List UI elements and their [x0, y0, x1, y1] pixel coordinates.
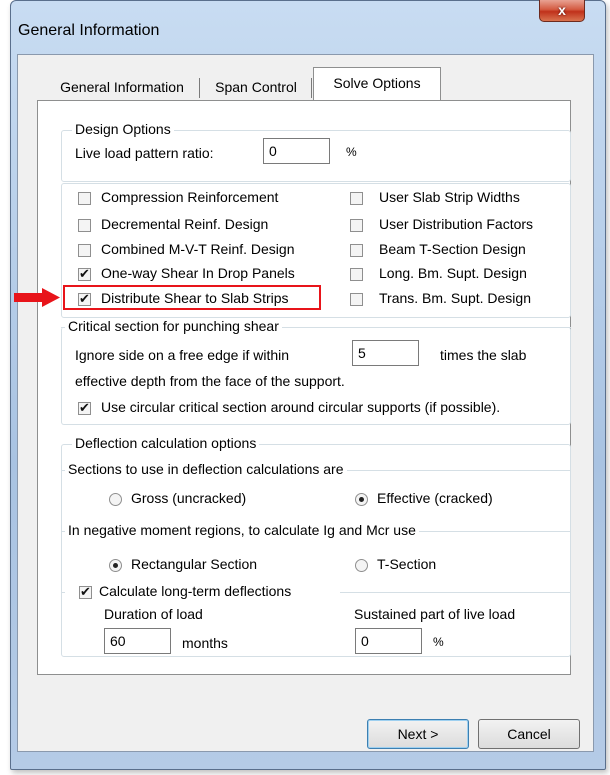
circular-critical-section-label: Use circular critical section around cir…	[101, 399, 501, 415]
gross-uncracked-radio[interactable]	[109, 493, 122, 506]
live-load-unit: %	[346, 145, 357, 159]
decremental-reinf-checkbox[interactable]	[78, 219, 91, 232]
tab-separator	[199, 78, 200, 98]
effective-cracked-label: Effective (cracked)	[377, 490, 493, 506]
duration-unit: months	[182, 635, 228, 651]
cancel-button[interactable]: Cancel	[478, 719, 580, 749]
beam-t-section-checkbox[interactable]	[350, 244, 363, 257]
trans-bm-supt-checkbox[interactable]	[350, 293, 363, 306]
live-load-label: Live load pattern ratio:	[75, 145, 214, 161]
live-load-input[interactable]: 0	[263, 138, 330, 164]
sustained-live-load-unit: %	[433, 635, 444, 649]
long-bm-supt-checkbox[interactable]	[350, 268, 363, 281]
tab-span-control[interactable]: Span Control	[203, 74, 309, 100]
circular-critical-section-checkbox[interactable]	[78, 400, 91, 416]
duration-input[interactable]: 60	[104, 628, 171, 654]
sections-heading: Sections to use in deflection calculatio…	[65, 461, 347, 477]
tab-separator	[311, 78, 312, 98]
beam-t-section-label: Beam T-Section Design	[379, 241, 526, 257]
effective-depth-label: effective depth from the face of the sup…	[75, 373, 345, 389]
duration-label: Duration of load	[104, 606, 203, 622]
trans-bm-supt-label: Trans. Bm. Supt. Design	[379, 290, 531, 306]
combined-mvt-label: Combined M-V-T Reinf. Design	[101, 241, 295, 257]
user-distribution-factors-checkbox[interactable]	[350, 219, 363, 232]
punching-heading: Critical section for punching shear	[65, 318, 282, 334]
red-arrow-icon	[14, 288, 60, 307]
decremental-reinf-label: Decremental Reinf. Design	[101, 216, 269, 232]
ignore-side-input[interactable]: 5	[352, 340, 419, 366]
rectangular-section-label: Rectangular Section	[131, 556, 258, 572]
close-button[interactable]: x	[539, 0, 585, 22]
effective-cracked-radio[interactable]	[355, 493, 368, 506]
design-options-heading: Design Options	[72, 121, 174, 137]
ignore-side-label: Ignore side on a free edge if within	[75, 347, 290, 363]
compression-reinforcement-checkbox[interactable]	[78, 192, 91, 205]
deflection-heading: Deflection calculation options	[72, 435, 260, 451]
times-slab-label: times the slab	[440, 347, 527, 363]
tab-general-information[interactable]: General Information	[44, 74, 200, 100]
window-title: General Information	[18, 22, 160, 39]
long-term-deflections-checkbox[interactable]	[79, 584, 92, 600]
negative-moment-heading: In negative moment regions, to calculate…	[65, 522, 419, 538]
gross-uncracked-label: Gross (uncracked)	[131, 490, 247, 506]
compression-reinforcement-label: Compression Reinforcement	[101, 189, 279, 205]
user-distribution-factors-label: User Distribution Factors	[379, 216, 534, 232]
user-slab-strip-widths-checkbox[interactable]	[350, 192, 363, 205]
sustained-live-load-label: Sustained part of live load	[354, 606, 516, 622]
next-button[interactable]: Next >	[367, 719, 469, 749]
t-section-label: T-Section	[377, 556, 437, 572]
one-way-shear-checkbox[interactable]	[78, 266, 91, 282]
user-slab-strip-widths-label: User Slab Strip Widths	[379, 189, 520, 205]
long-bm-supt-label: Long. Bm. Supt. Design	[379, 265, 527, 281]
long-term-deflections-label: Calculate long-term deflections	[99, 583, 292, 599]
t-section-radio[interactable]	[355, 559, 368, 572]
highlight-box	[63, 285, 321, 310]
rectangular-section-radio[interactable]	[109, 559, 122, 572]
combined-mvt-checkbox[interactable]	[78, 244, 91, 257]
sustained-live-load-input[interactable]: 0	[355, 628, 422, 654]
tab-solve-options[interactable]: Solve Options	[314, 70, 440, 96]
one-way-shear-label: One-way Shear In Drop Panels	[101, 265, 295, 281]
